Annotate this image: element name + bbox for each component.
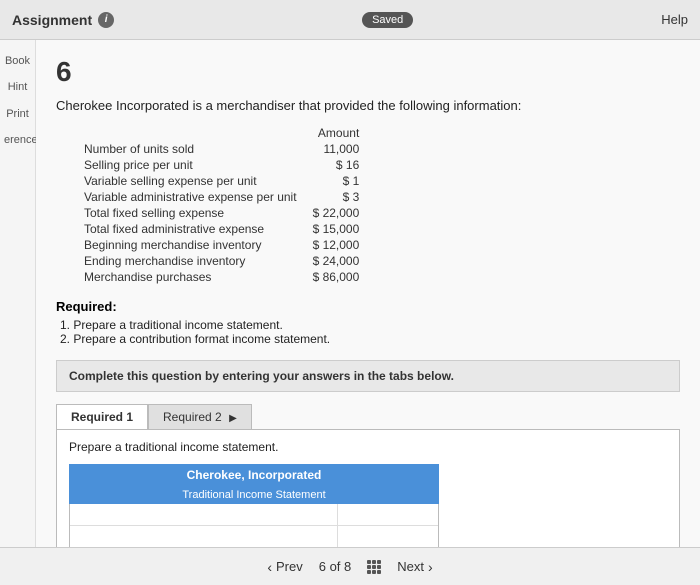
tab-arrow-icon: ▶: [229, 413, 237, 424]
table-row: Beginning merchandise inventory$ 12,000: [76, 237, 367, 253]
income-table-title: Traditional Income Statement: [69, 486, 439, 504]
table-row: Number of units sold11,000: [76, 141, 367, 157]
tab-instruction: Prepare a traditional income statement.: [69, 440, 667, 454]
income-row: [70, 504, 438, 526]
problem-number: 6: [56, 56, 680, 88]
income-table-body: [69, 504, 439, 547]
table-cell-amount: $ 22,000: [305, 205, 368, 221]
required-item-2: 2. Prepare a contribution format income …: [60, 332, 680, 346]
table-row: Total fixed administrative expense$ 15,0…: [76, 221, 367, 237]
next-arrow-icon: ›: [428, 559, 433, 575]
next-label: Next: [397, 559, 424, 574]
table-cell-label: Ending merchandise inventory: [76, 253, 305, 269]
table-cell-amount: $ 86,000: [305, 269, 368, 285]
table-cell-amount: 11,000: [305, 141, 368, 157]
saved-badge: Saved: [362, 12, 413, 28]
table-row: Variable selling expense per unit$ 1: [76, 173, 367, 189]
income-cell-value[interactable]: [338, 504, 438, 525]
required-item-1: 1. Prepare a traditional income statemen…: [60, 318, 680, 332]
tab-required-2[interactable]: Required 2 ▶: [148, 404, 252, 429]
prev-button[interactable]: ‹ Prev: [267, 559, 302, 575]
info-icon[interactable]: i: [98, 12, 114, 28]
table-cell-amount: $ 3: [305, 189, 368, 205]
tab-content: Prepare a traditional income statement. …: [56, 429, 680, 547]
problem-description: Cherokee Incorporated is a merchandiser …: [56, 98, 680, 113]
content-area: 6 Cherokee Incorporated is a merchandise…: [36, 40, 700, 547]
sidebar-item-print[interactable]: Print: [0, 101, 35, 127]
table-cell-label: Variable selling expense per unit: [76, 173, 305, 189]
table-row: Variable administrative expense per unit…: [76, 189, 367, 205]
income-cell-label[interactable]: [70, 526, 338, 547]
top-bar-left: Assignment i: [12, 12, 114, 28]
table-cell-amount: $ 16: [305, 157, 368, 173]
table-row: Total fixed selling expense$ 22,000: [76, 205, 367, 221]
table-cell-amount: $ 12,000: [305, 237, 368, 253]
next-button[interactable]: Next ›: [397, 559, 432, 575]
income-cell-value[interactable]: [338, 526, 438, 547]
income-cell-label[interactable]: [70, 504, 338, 525]
income-table-wrapper: Cherokee, Incorporated Traditional Incom…: [69, 464, 439, 547]
help-link[interactable]: Help: [661, 12, 688, 27]
sidebar-item-references[interactable]: erences: [0, 127, 35, 153]
table-row: Selling price per unit$ 16: [76, 157, 367, 173]
table-cell-amount: $ 15,000: [305, 221, 368, 237]
table-cell-label: Total fixed selling expense: [76, 205, 305, 221]
table-cell-amount: $ 24,000: [305, 253, 368, 269]
bottom-nav-bar: ‹ Prev 6 of 8 Next ›: [0, 547, 700, 585]
table-row: Merchandise purchases$ 86,000: [76, 269, 367, 285]
table-cell-label: Beginning merchandise inventory: [76, 237, 305, 253]
table-cell-label: Merchandise purchases: [76, 269, 305, 285]
required-section: Required: 1. Prepare a traditional incom…: [56, 299, 680, 346]
amount-col-header: Amount: [305, 125, 368, 141]
grid-icon[interactable]: [367, 560, 381, 574]
sidebar-item-book[interactable]: Book: [0, 48, 35, 74]
data-table: Amount Number of units sold11,000Selling…: [76, 125, 367, 285]
prev-label: Prev: [276, 559, 303, 574]
prev-arrow-icon: ‹: [267, 559, 272, 575]
main-layout: Book Hint Print erences 6 Cherokee Incor…: [0, 40, 700, 547]
table-cell-label: Variable administrative expense per unit: [76, 189, 305, 205]
table-cell-label: Total fixed administrative expense: [76, 221, 305, 237]
table-cell-label: Number of units sold: [76, 141, 305, 157]
page-info: 6 of 8: [319, 559, 352, 574]
page-title: Assignment: [12, 12, 92, 28]
complete-question-box: Complete this question by entering your …: [56, 360, 680, 392]
table-row: Ending merchandise inventory$ 24,000: [76, 253, 367, 269]
required-label: Required:: [56, 299, 680, 314]
tab-required-1[interactable]: Required 1: [56, 404, 148, 429]
sidebar: Book Hint Print erences: [0, 40, 36, 547]
tabs-row: Required 1 Required 2 ▶: [56, 404, 680, 429]
data-table-wrapper: Amount Number of units sold11,000Selling…: [76, 125, 680, 285]
table-cell-label: Selling price per unit: [76, 157, 305, 173]
label-col-header: [76, 125, 305, 141]
income-row: [70, 526, 438, 547]
sidebar-item-hint[interactable]: Hint: [0, 74, 35, 100]
income-table-company: Cherokee, Incorporated: [69, 464, 439, 486]
table-cell-amount: $ 1: [305, 173, 368, 189]
top-bar: Assignment i Saved Help: [0, 0, 700, 40]
